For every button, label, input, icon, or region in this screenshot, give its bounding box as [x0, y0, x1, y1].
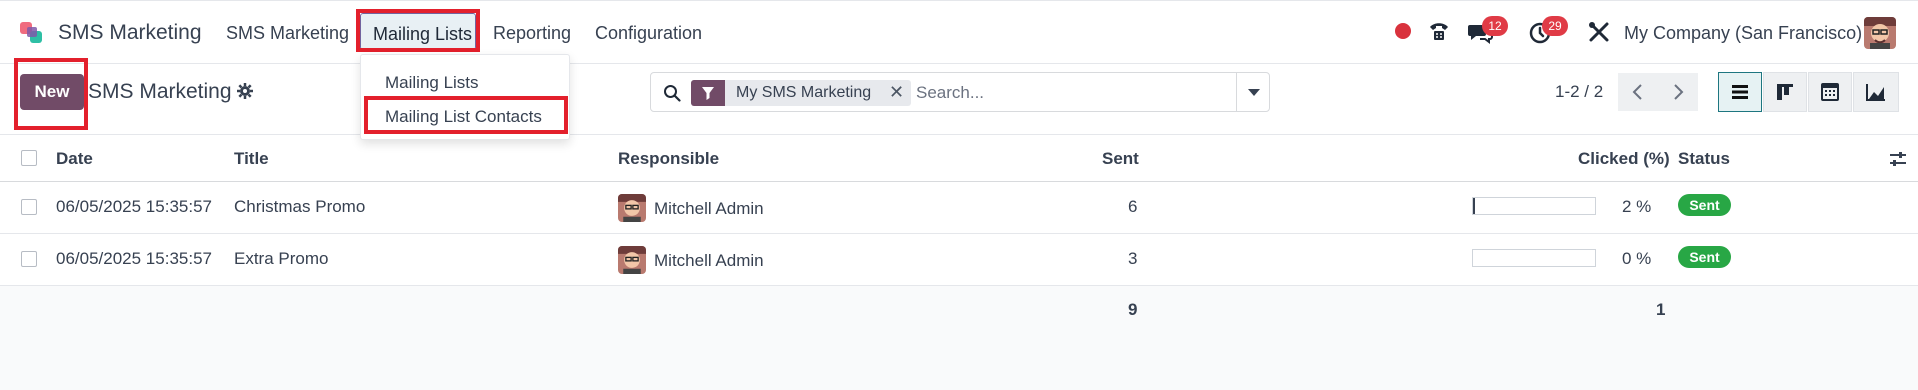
column-sent[interactable]: Sent	[1102, 149, 1139, 169]
top-navbar: SMS Marketing SMS Marketing Mailing List…	[0, 0, 1918, 64]
list-footer: 9 1	[0, 286, 1918, 390]
list-header: Date Title Responsible Sent Clicked (%) …	[0, 134, 1918, 182]
clicked-progress-bar	[1472, 249, 1596, 267]
user-avatar[interactable]	[1864, 17, 1896, 49]
chevron-right-icon	[1674, 84, 1684, 100]
page-title: SMS Marketing	[88, 80, 232, 103]
menu-sms-marketing[interactable]: SMS Marketing	[226, 23, 349, 44]
search-icon[interactable]	[663, 84, 681, 102]
row-title: Extra Promo	[234, 249, 329, 268]
graph-view-button[interactable]	[1853, 72, 1899, 112]
row-clicked: 0 %	[1622, 249, 1652, 268]
column-responsible[interactable]: Responsible	[618, 149, 719, 169]
dropdown-item-mailing-lists[interactable]: Mailing Lists	[385, 73, 479, 93]
row-sent: 3	[1128, 249, 1138, 268]
activities-count-badge: 29	[1542, 16, 1568, 36]
dropdown-item-mailing-list-contacts[interactable]: Mailing List Contacts	[385, 107, 542, 127]
menu-reporting[interactable]: Reporting	[493, 23, 571, 44]
table-row[interactable]: 06/05/2025 15:35:57 Christmas Promo Mitc…	[0, 182, 1918, 234]
pager-next-button[interactable]	[1658, 73, 1698, 111]
row-responsible: Mitchell Admin	[654, 251, 764, 270]
remove-facet-icon[interactable]: ✕	[889, 82, 904, 103]
status-badge: Sent	[1678, 246, 1731, 268]
total-sent: 9	[1128, 300, 1138, 319]
avatar	[618, 246, 646, 274]
column-status[interactable]: Status	[1678, 149, 1730, 169]
row-checkbox[interactable]	[21, 199, 37, 215]
pager-value[interactable]: 1-2 / 2	[1555, 82, 1603, 102]
row-clicked: 2 %	[1622, 197, 1652, 216]
menu-mailing-lists-label: Mailing Lists	[373, 24, 473, 44]
row-date: 06/05/2025 15:35:57	[56, 249, 212, 268]
avatar	[618, 194, 646, 222]
phone-icon[interactable]	[1427, 19, 1451, 43]
recording-indicator-icon[interactable]	[1395, 23, 1411, 39]
sms-marketing-logo-icon[interactable]	[18, 19, 46, 47]
search-bar: My SMS Marketing ✕	[650, 72, 1270, 112]
caret-down-icon	[1248, 89, 1260, 96]
row-checkbox[interactable]	[21, 251, 37, 267]
new-button[interactable]: New	[20, 74, 84, 110]
total-clicked: 1	[1656, 300, 1666, 319]
optional-columns-icon[interactable]	[1888, 149, 1908, 169]
area-chart-icon	[1866, 84, 1885, 101]
facet-label: My SMS Marketing	[736, 84, 872, 101]
gear-icon[interactable]	[237, 83, 253, 99]
messages-count-badge: 12	[1482, 16, 1508, 36]
clicked-progress-fill	[1473, 198, 1476, 214]
app-name[interactable]: SMS Marketing	[58, 21, 202, 45]
debug-tools-icon[interactable]	[1587, 20, 1611, 44]
column-date[interactable]: Date	[56, 149, 93, 169]
calendar-icon	[1821, 83, 1839, 101]
row-sent: 6	[1128, 197, 1138, 216]
table-row[interactable]: 06/05/2025 15:35:57 Extra Promo Mitchell…	[0, 234, 1918, 286]
row-responsible: Mitchell Admin	[654, 199, 764, 218]
clicked-progress-bar	[1472, 197, 1596, 215]
calendar-view-button[interactable]	[1808, 72, 1852, 112]
column-title[interactable]: Title	[234, 149, 269, 169]
search-input[interactable]	[916, 81, 1206, 105]
search-facet: My SMS Marketing ✕	[691, 80, 911, 106]
pager-previous-button[interactable]	[1618, 73, 1658, 111]
select-all-checkbox[interactable]	[21, 150, 37, 166]
status-badge: Sent	[1678, 194, 1731, 216]
filter-icon	[691, 80, 725, 106]
row-date: 06/05/2025 15:35:57	[56, 197, 212, 216]
column-clicked[interactable]: Clicked (%)	[1578, 149, 1670, 169]
list-view-button[interactable]	[1718, 72, 1762, 112]
kanban-icon	[1777, 84, 1793, 100]
search-options-toggle[interactable]	[1236, 73, 1270, 111]
kanban-view-button[interactable]	[1763, 72, 1807, 112]
list-icon	[1732, 85, 1748, 99]
mailing-lists-dropdown: Mailing Lists Mailing List Contacts	[360, 54, 570, 140]
menu-mailing-lists[interactable]: Mailing Lists	[360, 13, 476, 50]
row-title: Christmas Promo	[234, 197, 366, 216]
chevron-left-icon	[1632, 84, 1642, 100]
menu-configuration[interactable]: Configuration	[595, 23, 702, 44]
company-switcher[interactable]: My Company (San Francisco)	[1624, 23, 1862, 44]
